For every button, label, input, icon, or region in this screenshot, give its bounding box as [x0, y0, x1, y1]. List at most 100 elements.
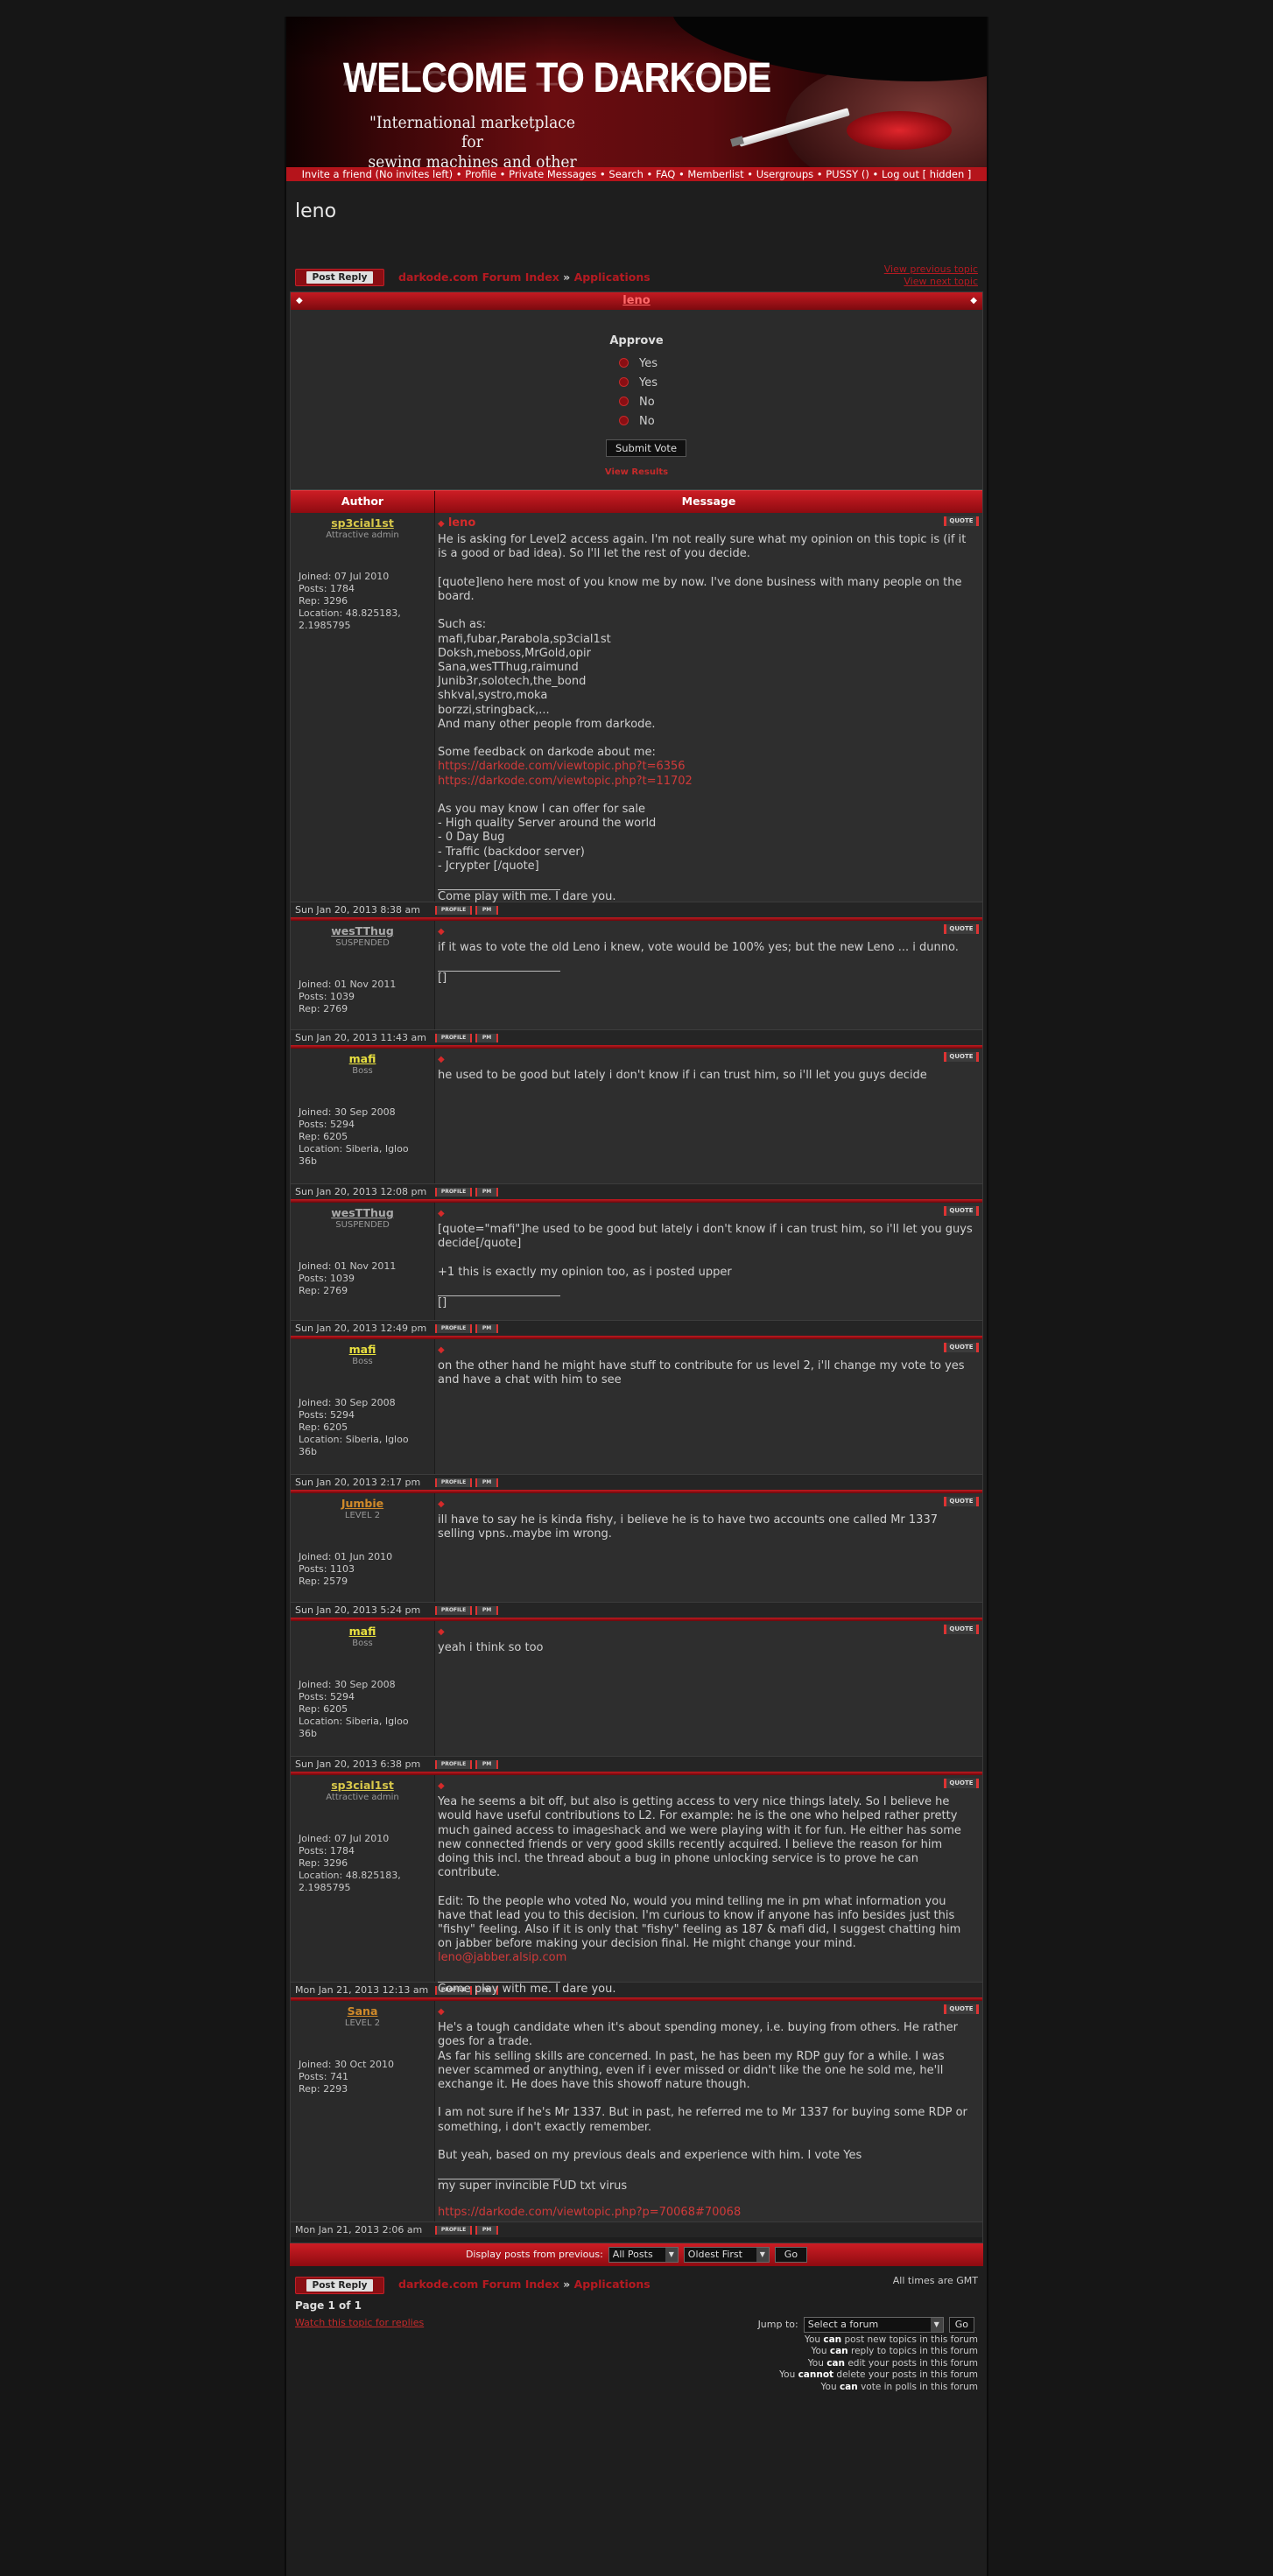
- signature: Come play with me. I dare you.: [438, 1982, 616, 1996]
- profile-button[interactable]: PROFILE: [435, 2225, 472, 2235]
- author-details: Joined: 07 Jul 2010 Posts: 1784 Rep: 3296 L…: [299, 1833, 430, 1894]
- nav-link[interactable]: Usergroups: [756, 168, 813, 180]
- submit-vote-button[interactable]: Submit Vote: [606, 439, 686, 457]
- author-detail-line: Joined: 30 Sep 2008: [299, 1679, 396, 1690]
- pm-button[interactable]: PM: [475, 1478, 498, 1487]
- nav-link[interactable]: Private Messages: [509, 168, 596, 180]
- post-body: QUOTE ◆ if it was to vote the old Leno i …: [435, 921, 982, 1029]
- signature: my super invincible FUD txt virus: [438, 2179, 628, 2193]
- post-author-panel: sp3cial1st Attractive admin Joined: 07 Jul…: [291, 1775, 435, 1982]
- author-detail-line: Location: 48.825183, 2.1985795: [299, 1870, 401, 1893]
- pm-button[interactable]: PM: [475, 1187, 498, 1197]
- quote-button[interactable]: QUOTE: [944, 1206, 979, 1216]
- go-button[interactable]: Go: [774, 2247, 808, 2263]
- poll-title-link[interactable]: leno: [622, 294, 650, 307]
- breadcrumb-forum-link[interactable]: Applications: [574, 2278, 651, 2291]
- author-name-link[interactable]: mafi: [291, 1343, 434, 1356]
- nav-link[interactable]: Log out [ hidden ]: [882, 168, 971, 180]
- nav-link[interactable]: Invite a friend (No invites left): [302, 168, 454, 180]
- page-indicator: Page 1 of 1: [295, 2299, 362, 2312]
- profile-button[interactable]: PROFILE: [435, 1605, 472, 1615]
- pm-button[interactable]: PM: [475, 2225, 498, 2235]
- chevron-down-icon: ▼: [665, 2248, 678, 2262]
- post-icon: ◆: [438, 1781, 445, 1791]
- post-link[interactable]: leno@jabber.alsip.com: [438, 1951, 977, 1965]
- post-text: ill have to say he is kinda fishy, i bel…: [438, 1513, 942, 1541]
- post-link[interactable]: https://darkode.com/viewtopic.php?t=6356: [438, 760, 977, 774]
- quote-button[interactable]: QUOTE: [944, 516, 979, 526]
- quote-button[interactable]: QUOTE: [944, 1497, 979, 1506]
- poll-option[interactable]: Yes: [619, 376, 658, 390]
- quote-button[interactable]: QUOTE: [944, 924, 979, 934]
- post-reply-button-bottom[interactable]: Post Reply: [295, 2277, 384, 2294]
- nav-link[interactable]: Search: [608, 168, 644, 180]
- poll-option[interactable]: No: [619, 415, 655, 429]
- author-name-link[interactable]: Sana: [291, 2004, 434, 2018]
- post-footer: Sun Jan 20, 2013 2:17 pm PROFILE PM: [291, 1474, 982, 1490]
- quote-button[interactable]: QUOTE: [944, 1052, 979, 1062]
- posts-filter-select[interactable]: All Posts ▼: [608, 2247, 679, 2263]
- sort-order-select[interactable]: Oldest First ▼: [683, 2247, 770, 2263]
- author-column-header: Author: [291, 491, 435, 513]
- post-icon: ◆: [438, 1209, 445, 1218]
- author-name-link[interactable]: mafi: [291, 1625, 434, 1638]
- quote-button[interactable]: QUOTE: [944, 1343, 979, 1352]
- next-topic-link[interactable]: View next topic: [884, 276, 978, 288]
- view-results-link[interactable]: View Results: [291, 467, 982, 478]
- profile-button[interactable]: PROFILE: [435, 1187, 472, 1197]
- author-name-link[interactable]: wesTThug: [291, 1206, 434, 1219]
- poll-option[interactable]: Yes: [619, 357, 658, 371]
- author-name-link[interactable]: sp3cial1st: [291, 516, 434, 530]
- nav-separator: •: [675, 168, 688, 180]
- breadcrumb-index-link[interactable]: darkode.com Forum Index: [398, 270, 559, 284]
- post-body: QUOTE ◆ [quote="mafi"]he used to be good …: [435, 1203, 982, 1320]
- profile-button[interactable]: PROFILE: [435, 1323, 472, 1333]
- author-name-link[interactable]: Jumbie: [291, 1497, 434, 1510]
- author-name-link[interactable]: wesTThug: [291, 924, 434, 937]
- nav-link[interactable]: FAQ: [656, 168, 675, 180]
- post-date: Sun Jan 20, 2013 11:43 am: [295, 1032, 427, 1043]
- post-author-panel: mafi Boss Joined: 30 Sep 2008 Posts: 5294 Re…: [291, 1339, 435, 1474]
- breadcrumb-index-link[interactable]: darkode.com Forum Index: [398, 2278, 559, 2291]
- author-detail-line: Location: Siberia, Igloo 36b: [299, 1716, 409, 1739]
- post-reply-button[interactable]: Post Reply: [295, 269, 384, 286]
- post-author-panel: mafi Boss Joined: 30 Sep 2008 Posts: 5294 Re…: [291, 1049, 435, 1183]
- radio-icon: [619, 358, 629, 368]
- breadcrumb-forum-link[interactable]: Applications: [574, 270, 651, 284]
- pm-button[interactable]: PM: [475, 1033, 498, 1042]
- post: mafi Boss Joined: 30 Sep 2008 Posts: 5294 Re…: [291, 1339, 982, 1490]
- quote-button[interactable]: QUOTE: [944, 1779, 979, 1788]
- post-footer: Sun Jan 20, 2013 12:49 pm PROFILE PM: [291, 1320, 982, 1336]
- jump-go-button[interactable]: Go: [948, 2317, 974, 2333]
- nav-link[interactable]: Memberlist: [687, 168, 743, 180]
- post-footer: Sun Jan 20, 2013 5:24 pm PROFILE PM: [291, 1602, 982, 1618]
- author-details: Joined: 01 Nov 2011 Posts: 1039 Rep: 2769: [299, 979, 430, 1015]
- post: sp3cial1st Attractive admin Joined: 07 Jul…: [291, 513, 982, 917]
- previous-topic-link[interactable]: View previous topic: [884, 263, 978, 276]
- nav-link[interactable]: Profile: [465, 168, 496, 180]
- jump-forum-select[interactable]: Select a forum ▼: [803, 2317, 944, 2333]
- watch-topic-link[interactable]: Watch this topic for replies: [295, 2317, 424, 2328]
- signature-link[interactable]: https://darkode.com/viewtopic.php?p=7006…: [438, 2206, 977, 2220]
- posts-list: sp3cial1st Attractive admin Joined: 07 Jul…: [291, 513, 982, 2237]
- profile-button[interactable]: PROFILE: [435, 905, 472, 915]
- pm-button[interactable]: PM: [475, 1323, 498, 1333]
- quote-button[interactable]: QUOTE: [944, 1625, 979, 1634]
- author-detail-line: Joined: 01 Nov 2011: [299, 979, 397, 990]
- nav-link[interactable]: PUSSY (): [826, 168, 869, 180]
- post-body: QUOTE ◆ He's a tough candidate when it's …: [435, 2001, 982, 2222]
- poll-option[interactable]: No: [619, 396, 655, 410]
- pm-button[interactable]: PM: [475, 1605, 498, 1615]
- profile-button[interactable]: PROFILE: [435, 1759, 472, 1769]
- profile-button[interactable]: PROFILE: [435, 1478, 472, 1487]
- jump-to-form: Jump to: Select a forum ▼ Go: [758, 2317, 974, 2333]
- post-body: QUOTE ◆ yeah i think so too: [435, 1621, 982, 1756]
- pm-button[interactable]: PM: [475, 905, 498, 915]
- author-detail-line: Posts: 1039: [299, 1273, 355, 1284]
- profile-button[interactable]: PROFILE: [435, 1033, 472, 1042]
- author-name-link[interactable]: mafi: [291, 1052, 434, 1065]
- author-name-link[interactable]: sp3cial1st: [291, 1779, 434, 1792]
- post-link[interactable]: https://darkode.com/viewtopic.php?t=1170…: [438, 775, 977, 789]
- pm-button[interactable]: PM: [475, 1759, 498, 1769]
- quote-button[interactable]: QUOTE: [944, 2004, 979, 2014]
